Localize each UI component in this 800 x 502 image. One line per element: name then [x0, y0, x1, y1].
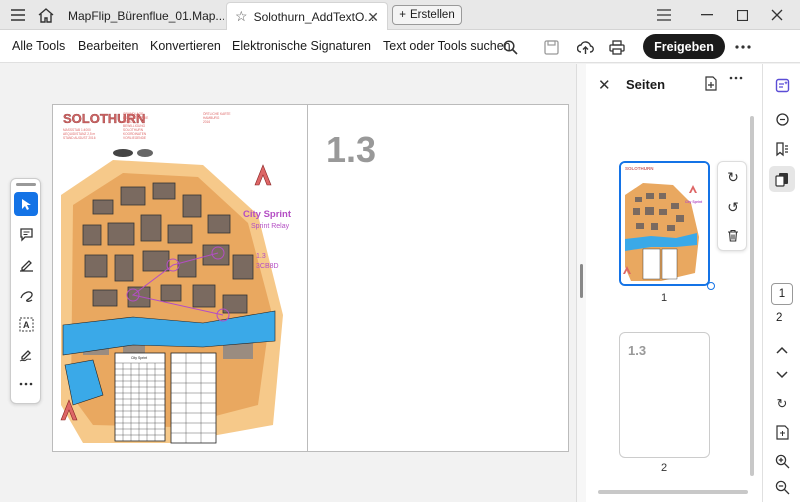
page-2-label: 1.3: [326, 129, 377, 170]
sign-tool-icon[interactable]: [14, 342, 38, 366]
rotate-counterclockwise-icon[interactable]: ↺: [724, 198, 742, 216]
tab-mapflip[interactable]: MapFlip_Bürenflue_01.Map...: [60, 2, 224, 30]
delete-page-icon[interactable]: [724, 226, 742, 244]
panel-horizontal-scrollbar[interactable]: [598, 490, 748, 494]
thumbnail-resize-handle[interactable]: [707, 282, 715, 290]
page-2[interactable]: 1.3: [307, 104, 569, 452]
ai-assistant-icon[interactable]: [769, 72, 795, 98]
menu-esign[interactable]: Elektronische Signaturen: [232, 39, 371, 53]
total-pages: 2: [776, 312, 783, 324]
right-rail: 1 2 ↻: [762, 64, 800, 502]
table-title: City Sprint: [131, 356, 147, 360]
bookmarks-icon[interactable]: [769, 136, 795, 162]
comments-icon[interactable]: [769, 106, 795, 132]
svg-text:City Sprint: City Sprint: [685, 200, 703, 204]
draw-tool-icon[interactable]: [14, 282, 38, 306]
minimize-icon[interactable]: [694, 4, 720, 26]
panel-title: Seiten: [626, 77, 666, 92]
insert-page-icon[interactable]: [704, 76, 718, 91]
page-thumbnail-1[interactable]: SOLOTHURN City Sprint: [619, 161, 710, 286]
orienteering-map: SOLOTHURN MASSSTAB 1:4000AEQUIDISTANZ 2,…: [53, 105, 307, 451]
more-tools-icon[interactable]: [14, 372, 38, 396]
course-code: 3CB8D: [256, 263, 279, 270]
svg-text:SOLOTHURN: SOLOTHURN: [625, 166, 654, 171]
menu-bar: Alle Tools Bearbeiten Konvertieren Elekt…: [0, 30, 800, 63]
create-label: Erstellen: [409, 9, 455, 21]
menu-icon[interactable]: [8, 5, 28, 25]
quick-tools-toolbar: A: [10, 178, 41, 404]
splitter-grip[interactable]: [580, 264, 583, 298]
page-1[interactable]: SOLOTHURN MASSSTAB 1:4000 AEQUIDISTANZ 2,…: [52, 104, 308, 452]
panel-vertical-scrollbar[interactable]: [749, 106, 757, 498]
rotate-clockwise-icon[interactable]: ↻: [724, 168, 742, 186]
scrollbar-thumb[interactable]: [750, 116, 754, 476]
panel-more-icon[interactable]: [729, 76, 743, 80]
save-icon[interactable]: [541, 37, 561, 57]
city-sprint-label: City Sprint: [243, 209, 292, 220]
print-icon[interactable]: [607, 37, 627, 57]
search-tools[interactable]: Text oder Tools suchen: [383, 39, 511, 53]
next-page-icon[interactable]: [769, 362, 795, 388]
document-area[interactable]: SOLOTHURN MASSSTAB 1:4000 AEQUIDISTANZ 2,…: [0, 64, 576, 502]
pages-panel: ✕ Seiten SOLOTHURN City Sprint 1 ↻ ↺ 1.3: [586, 64, 762, 502]
share-button[interactable]: Freigeben: [643, 34, 725, 59]
zoom-out-icon[interactable]: [769, 474, 795, 500]
upload-icon[interactable]: [575, 37, 595, 57]
previous-page-icon[interactable]: [769, 337, 795, 363]
toolbar-drag-handle[interactable]: [16, 183, 36, 186]
create-button[interactable]: + Erstellen: [392, 5, 462, 25]
star-icon[interactable]: ☆: [235, 8, 248, 25]
close-window-icon[interactable]: [764, 4, 790, 26]
search-icon[interactable]: [500, 37, 520, 57]
highlight-tool-icon[interactable]: [14, 252, 38, 276]
thumbnail-number-2: 2: [661, 462, 668, 474]
home-icon[interactable]: [36, 5, 56, 25]
close-panel-icon[interactable]: ✕: [598, 76, 611, 94]
more-options-icon[interactable]: [733, 37, 753, 57]
page-thumbnail-2[interactable]: 1.3: [619, 332, 710, 458]
current-page-input[interactable]: 1: [771, 283, 793, 305]
svg-text:2016: 2016: [203, 120, 210, 124]
thumbnail-actions: ↻ ↺: [717, 161, 747, 251]
pages-icon[interactable]: [769, 166, 795, 192]
thumbnail-2-label: 1.3: [628, 343, 647, 358]
menu-convert[interactable]: Konvertieren: [150, 39, 221, 53]
tab-label: Solothurn_AddTextO...: [253, 9, 375, 24]
menu-all-tools[interactable]: Alle Tools: [12, 39, 65, 53]
svg-text:VORLIEGENDE: VORLIEGENDE: [123, 136, 146, 140]
close-tab-icon[interactable]: ✕: [367, 9, 379, 26]
refresh-icon[interactable]: ↻: [769, 391, 795, 417]
select-tool-icon[interactable]: [14, 192, 38, 216]
panel-splitter[interactable]: [576, 64, 586, 502]
page-fit-icon[interactable]: [769, 419, 795, 445]
tab-label: MapFlip_Bürenflue_01.Map...: [68, 9, 224, 23]
comment-tool-icon[interactable]: [14, 222, 38, 246]
course-number: 1.3: [256, 253, 266, 260]
maximize-icon[interactable]: [729, 4, 755, 26]
text-tool-icon[interactable]: A: [14, 312, 38, 336]
svg-text:STAND AUGUST 2016: STAND AUGUST 2016: [63, 136, 96, 140]
tab-bar: MapFlip_Bürenflue_01.Map... ☆ Solothurn_…: [0, 0, 800, 30]
menu-edit[interactable]: Bearbeiten: [78, 39, 138, 53]
tab-solothurn[interactable]: ☆ Solothurn_AddTextO... ✕: [226, 2, 388, 30]
svg-text:A: A: [23, 320, 30, 330]
zoom-in-icon[interactable]: [769, 448, 795, 474]
sprint-relay-label: Sprint Relay: [251, 223, 290, 230]
more-icon[interactable]: [651, 4, 677, 26]
thumbnail-number-1: 1: [661, 292, 668, 304]
thumbnail-map: SOLOTHURN City Sprint: [621, 163, 708, 284]
plus-icon: +: [399, 9, 406, 21]
